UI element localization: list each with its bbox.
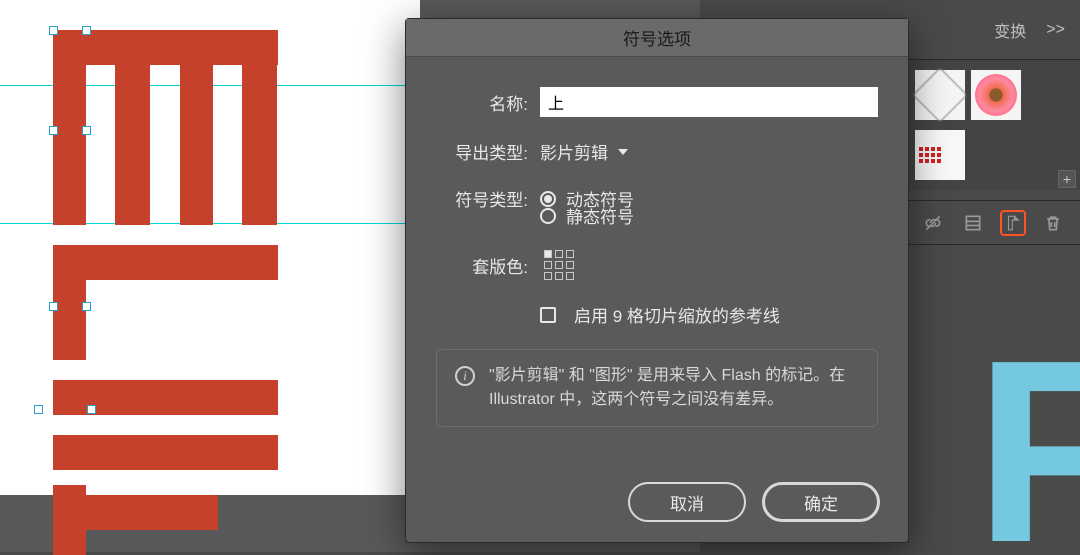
- right-panel: 变换 >> + F: [905, 0, 1080, 552]
- radio-static[interactable]: 静态符号: [540, 203, 878, 228]
- symbol-type-label: 符号类型:: [436, 186, 528, 211]
- name-label: 名称:: [436, 90, 528, 115]
- break-link-icon[interactable]: [920, 210, 946, 236]
- panel-header: 变换 >>: [905, 0, 1080, 60]
- delete-icon[interactable]: [1040, 210, 1066, 236]
- symbol-options-icon[interactable]: [960, 210, 986, 236]
- registration-grid[interactable]: [544, 250, 574, 280]
- canvas-behind-letter: F: [950, 262, 1080, 552]
- export-type-select[interactable]: 影片剪辑: [540, 139, 628, 164]
- symbol-thumb[interactable]: [971, 70, 1021, 120]
- expand-icon[interactable]: >>: [1046, 21, 1065, 39]
- dialog-titlebar[interactable]: 符号选项: [406, 19, 908, 57]
- symbol-options-dialog: 符号选项 名称: 导出类型: 影片剪辑 符号类型: 动态符号 静态符号: [405, 18, 909, 543]
- chevron-down-icon: [618, 149, 628, 155]
- radio-icon: [540, 208, 556, 224]
- enable-slicing-checkbox[interactable]: 启用 9 格切片缩放的参考线: [540, 302, 780, 327]
- info-box: i "影片剪辑" 和 "图形" 是用来导入 Flash 的标记。在 Illust…: [436, 349, 878, 427]
- info-icon: i: [455, 366, 475, 386]
- ok-button[interactable]: 确定: [762, 482, 880, 522]
- checkbox-icon: [540, 307, 556, 323]
- dialog-title: 符号选项: [623, 25, 691, 50]
- name-input[interactable]: [540, 87, 878, 117]
- symbol-thumb[interactable]: [915, 130, 965, 180]
- symbols-grid[interactable]: [905, 60, 1080, 190]
- panel-toolbar: [905, 200, 1080, 245]
- registration-label: 套版色:: [436, 253, 528, 278]
- symbol-thumb[interactable]: [915, 70, 965, 120]
- new-symbol-icon[interactable]: [1000, 210, 1026, 236]
- cancel-button[interactable]: 取消: [628, 482, 746, 522]
- info-text: "影片剪辑" 和 "图形" 是用来导入 Flash 的标记。在 Illustra…: [489, 364, 859, 412]
- export-type-value: 影片剪辑: [540, 139, 608, 164]
- export-type-label: 导出类型:: [436, 139, 528, 164]
- add-symbol-icon[interactable]: +: [1058, 170, 1076, 188]
- panel-tab-transform[interactable]: 变换: [982, 14, 1038, 46]
